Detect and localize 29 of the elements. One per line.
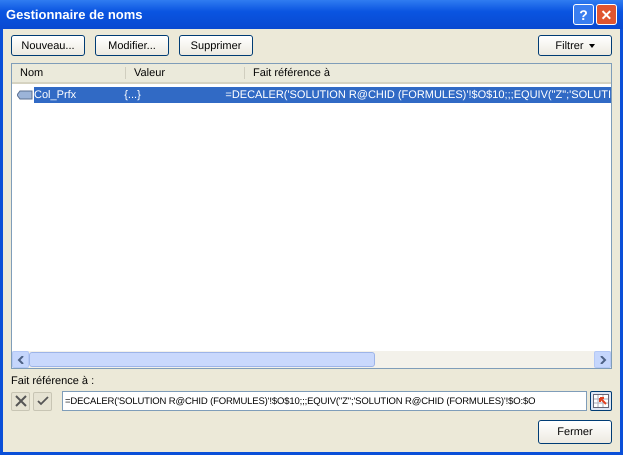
refers-to-label: Fait référence à : bbox=[11, 375, 96, 387]
scrollbar-thumb[interactable] bbox=[29, 352, 375, 367]
toolbar-button[interactable]: Nouveau... bbox=[11, 35, 85, 56]
help-button[interactable]: ? bbox=[573, 4, 594, 25]
close-button[interactable]: ✕ bbox=[596, 4, 617, 25]
toolbar-button[interactable]: Modifier... bbox=[95, 35, 169, 56]
range-select-button[interactable] bbox=[590, 391, 612, 411]
scroll-right-icon[interactable] bbox=[594, 351, 611, 368]
table-cell-text: {...} bbox=[123, 89, 142, 101]
horizontal-scrollbar[interactable] bbox=[12, 351, 611, 368]
caret-icon bbox=[588, 44, 595, 48]
table-cell-text: Col_Prfx bbox=[34, 89, 78, 101]
table-cell-text: =DECALER('SOLUTION R@CHID (FORMULES)'!$O$10;;;EQUIV("Z";'SOLUTI bbox=[224, 89, 611, 101]
refers-to-field[interactable]: =DECALER('SOLUTION R@CHID (FORMULES)'!$O$10;;;EQUIV("Z";'SOLUTION R@CHID (FORMULES)'!$O:$O bbox=[62, 391, 587, 411]
scroll-left-icon[interactable] bbox=[12, 351, 29, 368]
cancel-button[interactable] bbox=[11, 392, 30, 410]
column-header[interactable]: Fait référence à bbox=[245, 67, 611, 79]
close-dialog-button[interactable]: Fermer bbox=[538, 420, 612, 444]
check-icon bbox=[36, 396, 48, 406]
filter-button[interactable]: Filtrer bbox=[538, 35, 612, 56]
column-header[interactable]: Nom bbox=[12, 67, 126, 79]
cancel-icon bbox=[14, 394, 28, 408]
confirm-button[interactable] bbox=[33, 392, 52, 410]
name-tag-icon bbox=[17, 90, 33, 100]
list-row[interactable]: Col_Prfx {...} =DECALER('SOLUTION R@CHID (FORMULES)'!$O$10;;;EQUIV("Z";'SOLUTI bbox=[34, 87, 611, 103]
column-header[interactable]: Valeur bbox=[126, 67, 245, 79]
range-select-icon bbox=[593, 394, 609, 408]
toolbar-button[interactable]: Supprimer bbox=[179, 35, 253, 56]
window-title: Gestionnaire de noms bbox=[6, 7, 144, 22]
